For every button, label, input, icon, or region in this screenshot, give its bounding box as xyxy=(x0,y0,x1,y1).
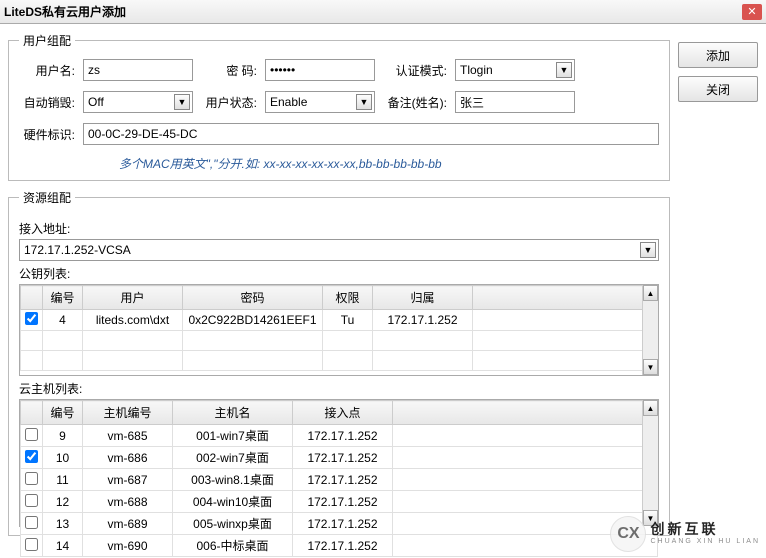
close-button[interactable]: 关闭 xyxy=(678,76,758,102)
user-group-legend: 用户组配 xyxy=(19,32,75,49)
authmode-label: 认证模式: xyxy=(383,62,447,79)
access-select[interactable]: 172.17.1.252-VCSA ▼ xyxy=(19,239,659,261)
titlebar: LiteDS私有云用户添加 ✕ xyxy=(0,0,766,24)
scroll-up-icon[interactable]: ▲ xyxy=(643,285,658,301)
table-row[interactable] xyxy=(21,331,658,351)
row-checkbox[interactable] xyxy=(25,538,38,551)
logo-icon: CX xyxy=(610,516,646,552)
mac-hint: 多个MAC用英文","分开.如: xx-xx-xx-xx-xx-xx,bb-bb… xyxy=(19,155,659,172)
row-checkbox[interactable] xyxy=(25,428,38,441)
vm-label: 云主机列表: xyxy=(19,380,659,397)
pubkey-scrollbar[interactable]: ▲ ▼ xyxy=(642,285,658,375)
vm-scrollbar[interactable]: ▲ ▼ xyxy=(642,400,658,526)
row-checkbox[interactable] xyxy=(25,450,38,463)
scroll-up-icon[interactable]: ▲ xyxy=(643,400,658,416)
close-icon[interactable]: ✕ xyxy=(742,4,762,20)
userstatus-select[interactable]: Enable ▼ xyxy=(265,91,375,113)
watermark-en: CHUANG XIN HU LIAN xyxy=(650,538,760,546)
pubkey-table: 编号 用户 密码 权限 归属 4liteds.com\dxt0x2C922BD1… xyxy=(20,285,658,371)
row-checkbox[interactable] xyxy=(25,312,38,325)
table-row[interactable]: 11vm-687003-win8.1桌面172.17.1.252 xyxy=(21,469,658,491)
row-checkbox[interactable] xyxy=(25,516,38,529)
user-group-fieldset: 用户组配 用户名: 密 码: 认证模式: Tlogin ▼ 自动销毁: Off … xyxy=(8,32,670,181)
pubkey-table-wrap: 编号 用户 密码 权限 归属 4liteds.com\dxt0x2C922BD1… xyxy=(19,284,659,376)
add-button[interactable]: 添加 xyxy=(678,42,758,68)
vm-table-wrap: 编号 主机编号 主机名 接入点 9vm-685001-win7桌面172.17.… xyxy=(19,399,659,527)
chevron-down-icon: ▼ xyxy=(640,242,656,258)
table-row[interactable]: 14vm-690006-中标桌面172.17.1.252 xyxy=(21,535,658,557)
password-label: 密 码: xyxy=(201,62,257,79)
username-label: 用户名: xyxy=(19,62,75,79)
hwid-input[interactable] xyxy=(83,123,659,145)
username-input[interactable] xyxy=(83,59,193,81)
resource-group-legend: 资源组配 xyxy=(19,189,75,206)
authmode-select[interactable]: Tlogin ▼ xyxy=(455,59,575,81)
remark-label: 备注(姓名): xyxy=(383,94,447,111)
table-row[interactable]: 12vm-688004-win10桌面172.17.1.252 xyxy=(21,491,658,513)
scroll-down-icon[interactable]: ▼ xyxy=(643,359,658,375)
password-input[interactable] xyxy=(265,59,375,81)
autodestroy-label: 自动销毁: xyxy=(19,94,75,111)
resource-group-fieldset: 资源组配 接入地址: 172.17.1.252-VCSA ▼ 公钥列表: 编号 … xyxy=(8,189,670,536)
row-checkbox[interactable] xyxy=(25,494,38,507)
userstatus-label: 用户状态: xyxy=(201,94,257,111)
table-row[interactable] xyxy=(21,351,658,371)
table-row[interactable]: 9vm-685001-win7桌面172.17.1.252 xyxy=(21,425,658,447)
remark-input[interactable] xyxy=(455,91,575,113)
vm-table: 编号 主机编号 主机名 接入点 9vm-685001-win7桌面172.17.… xyxy=(20,400,658,557)
chevron-down-icon: ▼ xyxy=(174,94,190,110)
window-title: LiteDS私有云用户添加 xyxy=(4,3,742,20)
pubkey-label: 公钥列表: xyxy=(19,265,659,282)
row-checkbox[interactable] xyxy=(25,472,38,485)
chevron-down-icon: ▼ xyxy=(356,94,372,110)
access-label: 接入地址: xyxy=(19,220,659,237)
chevron-down-icon: ▼ xyxy=(556,62,572,78)
table-row[interactable]: 4liteds.com\dxt0x2C922BD14261EEF1Tu172.1… xyxy=(21,310,658,331)
watermark: CX 创新互联 CHUANG XIN HU LIAN xyxy=(610,516,760,552)
table-row[interactable]: 10vm-686002-win7桌面172.17.1.252 xyxy=(21,447,658,469)
autodestroy-select[interactable]: Off ▼ xyxy=(83,91,193,113)
hwid-label: 硬件标识: xyxy=(19,126,75,143)
watermark-cn: 创新互联 xyxy=(650,522,760,537)
table-row[interactable]: 13vm-689005-winxp桌面172.17.1.252 xyxy=(21,513,658,535)
